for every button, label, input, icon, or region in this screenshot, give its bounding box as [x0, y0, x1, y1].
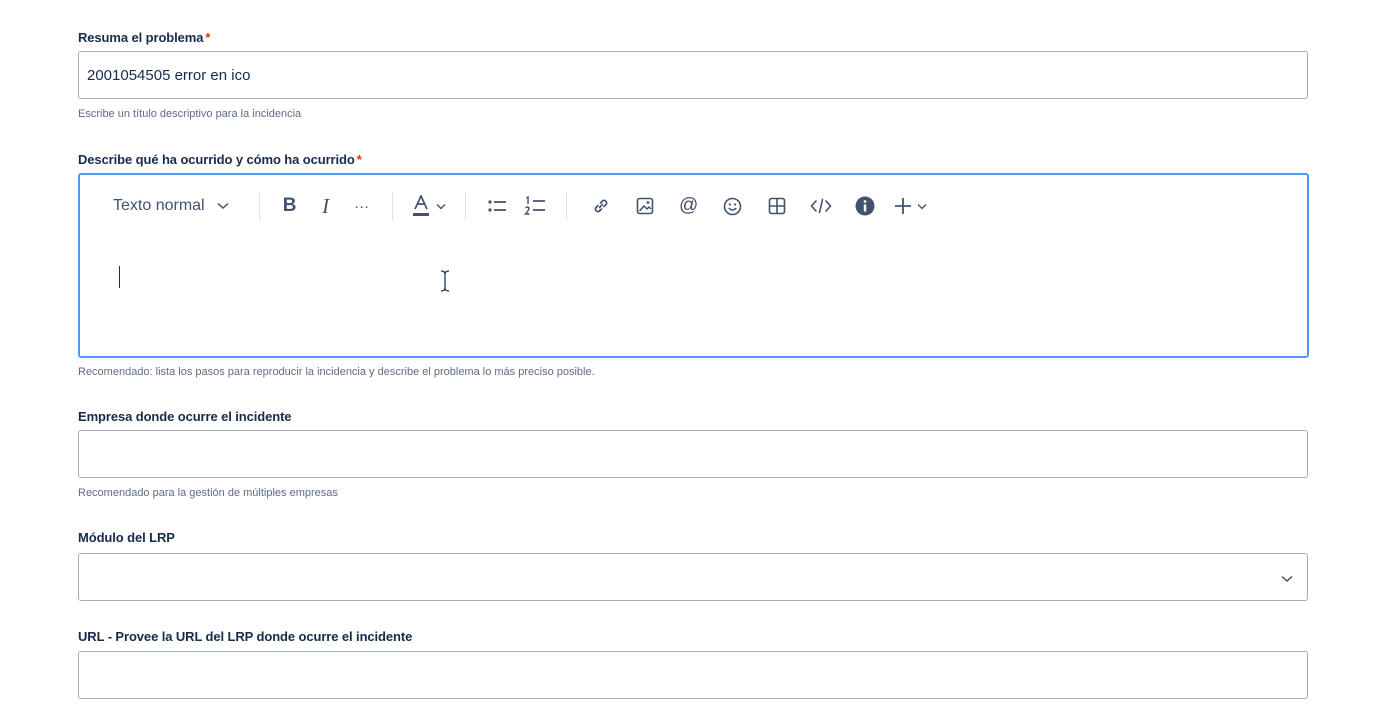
code-icon [810, 198, 832, 214]
description-label: Describe qué ha ocurrido y cómo ha ocurr… [78, 152, 362, 167]
plus-icon [894, 197, 912, 215]
chevron-down-icon [1281, 570, 1293, 587]
description-helper: Recomendado: lista los pasos para reprod… [78, 366, 595, 378]
module-select[interactable] [78, 553, 1308, 601]
table-button[interactable] [755, 190, 799, 222]
italic-icon: I [322, 193, 330, 218]
info-icon [855, 196, 875, 216]
summary-input-value: 2001054505 error en ico [87, 66, 251, 84]
summary-helper: Escribe un título descriptivo para la in… [78, 108, 302, 120]
bullet-list-icon [487, 198, 507, 214]
toolbar-divider [464, 192, 466, 220]
description-editor[interactable]: Texto normal B I ··· @ [78, 173, 1309, 358]
text-cursor-icon [437, 269, 453, 293]
mention-button[interactable]: @ [667, 190, 711, 222]
description-label-text: Describe qué ha ocurrido y cómo ha ocurr… [78, 152, 355, 167]
company-label: Empresa donde ocurre el incidente [78, 409, 292, 424]
required-mark: * [205, 30, 211, 45]
url-label: URL - Provee la URL del LRP donde ocurre… [78, 629, 413, 644]
summary-label: Resuma el problema * [78, 30, 210, 45]
numbered-list-button[interactable] [516, 190, 554, 222]
company-input[interactable] [78, 430, 1308, 478]
link-button[interactable] [579, 190, 623, 222]
required-mark: * [356, 152, 362, 167]
module-label: Módulo del LRP [78, 530, 175, 545]
bullet-list-button[interactable] [478, 190, 516, 222]
summary-label-text: Resuma el problema [78, 30, 204, 45]
more-icon: ··· [354, 197, 370, 215]
emoji-icon [723, 197, 742, 216]
info-panel-button[interactable] [843, 190, 887, 222]
emoji-button[interactable] [711, 190, 755, 222]
image-button[interactable] [623, 190, 667, 222]
company-helper: Recomendado para la gestión de múltiples… [78, 487, 338, 499]
mention-icon: @ [678, 195, 699, 216]
text-caret [119, 266, 120, 288]
text-color-icon [412, 195, 430, 217]
editor-toolbar: Texto normal B I ··· @ [80, 188, 935, 224]
link-icon [592, 197, 610, 215]
toolbar-divider [391, 192, 393, 220]
text-color-button[interactable] [405, 190, 453, 222]
text-style-label: Texto normal [113, 197, 205, 214]
insert-more-button[interactable] [887, 190, 935, 222]
numbered-list-icon [523, 196, 546, 216]
url-input[interactable] [78, 651, 1308, 699]
bold-button[interactable]: B [272, 190, 308, 222]
chevron-down-icon [217, 202, 229, 210]
table-icon [768, 197, 786, 215]
chevron-down-icon [917, 203, 927, 210]
toolbar-divider [565, 192, 567, 220]
bold-icon: B [282, 195, 297, 216]
code-button[interactable] [799, 190, 843, 222]
text-style-dropdown[interactable]: Texto normal [113, 190, 247, 222]
chevron-down-icon [436, 203, 446, 210]
summary-input[interactable]: 2001054505 error en ico [78, 51, 1308, 99]
toolbar-divider [258, 192, 260, 220]
italic-button[interactable]: I [308, 190, 344, 222]
image-icon [636, 197, 654, 215]
more-formatting-button[interactable]: ··· [344, 190, 380, 222]
